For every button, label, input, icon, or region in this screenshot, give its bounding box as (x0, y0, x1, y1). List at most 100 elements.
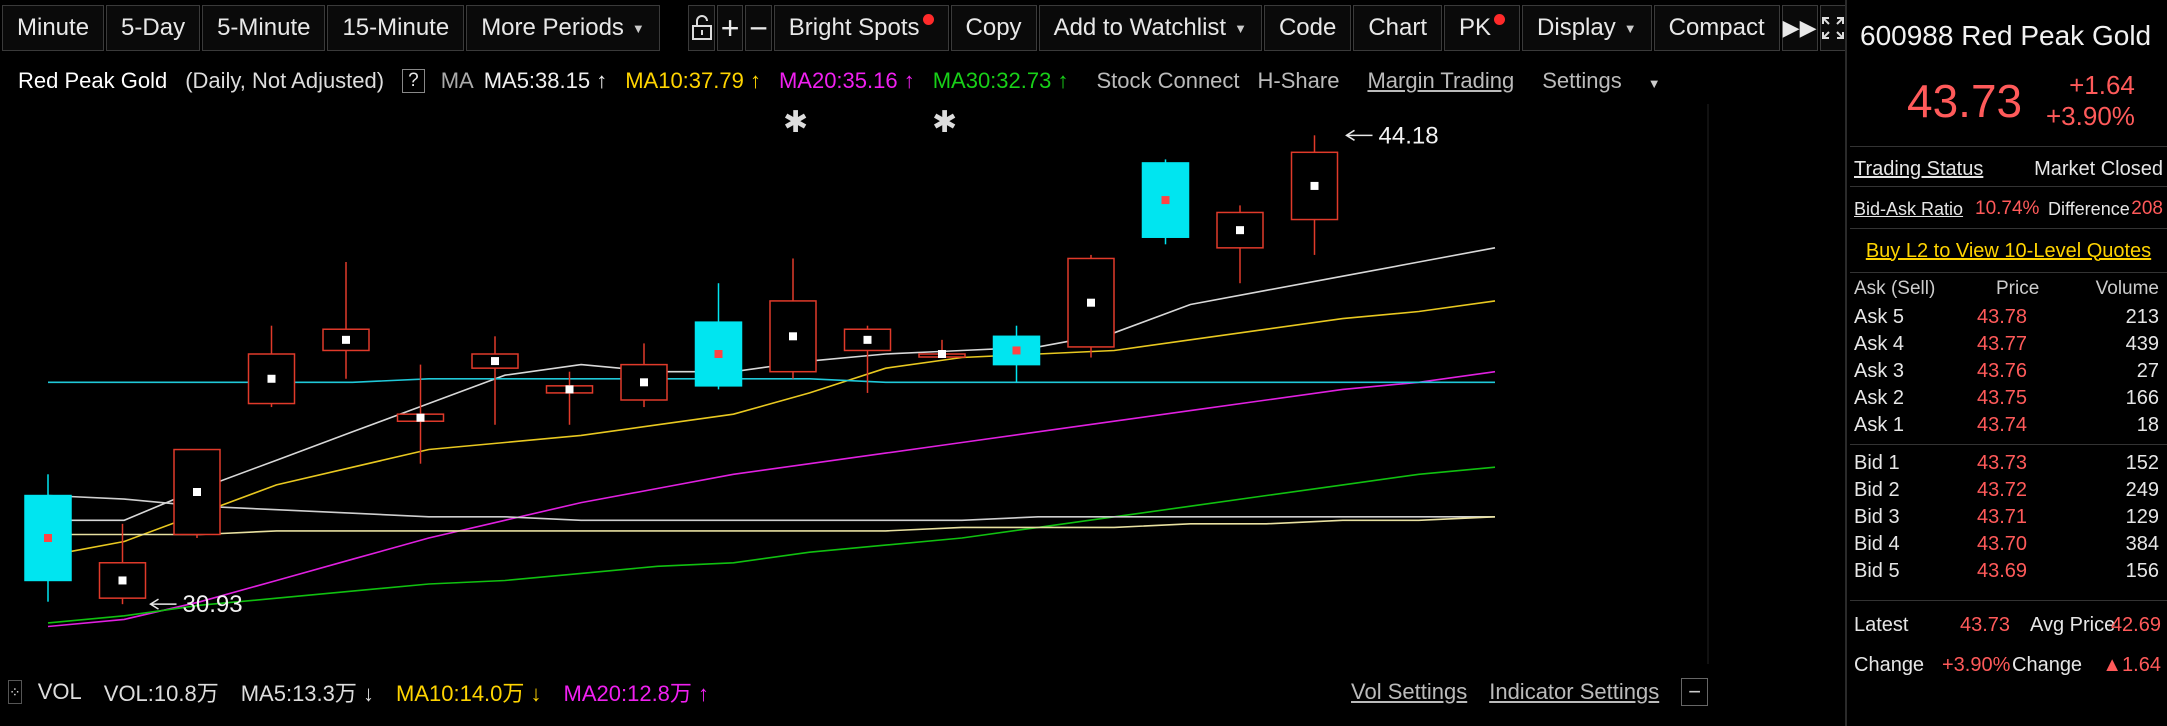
difference-value: 208 (2131, 198, 2163, 219)
stock-name: Red Peak Gold (1961, 20, 2152, 51)
bid-price: 43.69 (1977, 560, 2028, 582)
add-to-watchlist-dropdown[interactable]: Add to Watchlist ▼ (1038, 5, 1262, 51)
divider (1850, 146, 2167, 147)
latest-value: 43.73 (1960, 613, 2011, 636)
ask-label: Ask 2 (1854, 387, 1905, 409)
divider (1850, 272, 2167, 273)
bid-volume: 152 (2125, 452, 2159, 474)
copy-button[interactable]: Copy (950, 5, 1037, 51)
pk-button[interactable]: PK (1444, 5, 1521, 51)
more-periods-label: More Periods (481, 14, 624, 41)
display-label: Display (1537, 14, 1616, 41)
ask-row[interactable]: Ask 3 43.76 27 (1850, 360, 2167, 386)
settings-dropdown[interactable]: Settings ▼ (1542, 68, 1678, 94)
ask-header: Ask (Sell) (1854, 278, 1936, 299)
candlestick-chart[interactable]: 44.0042.0040.0038.0036.0034.0032.0044.18… (0, 104, 1806, 664)
high-price-label: 44.18 (1379, 122, 1439, 149)
fullscreen-icon[interactable] (1819, 5, 1846, 51)
ask-row[interactable]: Ask 2 43.75 166 (1850, 387, 2167, 413)
ask-price: 43.76 (1977, 360, 2028, 382)
ma-line-6 (48, 516, 1496, 536)
period-label: (Daily, Not Adjusted) (185, 68, 385, 93)
ask-volume: 166 (2125, 387, 2159, 409)
bid-ask-ratio-label[interactable]: Bid-Ask Ratio (1854, 199, 1963, 220)
more-periods-dropdown[interactable]: More Periods ▼ (466, 5, 660, 51)
ma20-value: MA20:35.16 ↑ (778, 68, 915, 93)
zoom-out-icon[interactable]: − (745, 5, 772, 51)
add-to-watchlist-label: Add to Watchlist (1053, 14, 1227, 41)
ma10-value: MA10:37.79 ↑ (625, 68, 761, 93)
indicator-legend: Red Peak Gold (Daily, Not Adjusted) ? MA… (0, 58, 1710, 104)
candle-marker (44, 534, 52, 542)
candle-marker (1236, 226, 1244, 235)
trading-status-label[interactable]: Trading Status (1854, 158, 1983, 181)
ask-row[interactable]: Ask 1 43.74 18 (1850, 414, 2167, 440)
margin-trading-link[interactable]: Margin Trading (1367, 68, 1514, 94)
bid-row[interactable]: Bid 4 43.70 384 (1850, 533, 2167, 559)
unlock-icon[interactable] (688, 5, 715, 51)
bid-price: 43.71 (1977, 506, 2028, 528)
candle-marker (863, 335, 872, 344)
bid-row[interactable]: Bid 3 43.71 129 (1850, 506, 2167, 532)
bright-spots-label: Bright Spots (788, 14, 920, 41)
zoom-in-icon[interactable]: + (716, 5, 744, 51)
vol-settings-link[interactable]: Vol Settings (1351, 679, 1467, 705)
vol-ma5-value: MA5:13.3万 ↓ (240, 681, 374, 706)
caret-down-icon: ▼ (1234, 20, 1247, 36)
ma30-value: MA30:32.73 ↑ (932, 68, 1069, 93)
bid-label: Bid 1 (1854, 452, 1900, 474)
help-button[interactable]: ? (402, 69, 425, 93)
bid-price: 43.70 (1977, 533, 2028, 555)
stock-connect-link[interactable]: Stock Connect (1096, 68, 1239, 94)
ask-label: Ask 5 (1854, 306, 1905, 328)
change-abs-value: ▲1.64 (2102, 653, 2161, 676)
divider (1850, 444, 2167, 445)
event-marker-icon: ✱ (783, 105, 808, 140)
vol-ma10-value: MA10:14.0万 ↓ (396, 681, 542, 706)
ask-price: 43.78 (1977, 306, 2028, 328)
five-minute-button[interactable]: 5-Minute (202, 5, 326, 51)
bid-row[interactable]: Bid 1 43.73 152 (1850, 452, 2167, 478)
bid-volume: 156 (2125, 560, 2159, 582)
ask-row[interactable]: Ask 5 43.78 213 (1850, 306, 2167, 332)
compact-button[interactable]: Compact (1653, 5, 1780, 51)
ask-row[interactable]: Ask 4 43.77 439 (1850, 333, 2167, 359)
bid-ask-ratio-value: 10.74% (1975, 198, 2040, 219)
candle-marker (938, 350, 946, 358)
ask-volume: 213 (2125, 306, 2159, 328)
display-dropdown[interactable]: Display ▼ (1522, 5, 1652, 51)
indicator-settings-link[interactable]: Indicator Settings (1489, 679, 1659, 705)
collapse-button[interactable]: − (1681, 678, 1709, 706)
latest-label: Latest (1854, 613, 1909, 636)
candle-marker (267, 374, 276, 383)
ma-line-2 (47, 370, 1496, 628)
vol-ma20-value: MA20:12.8万 ↑ (563, 681, 710, 706)
buy-l2-link[interactable]: Buy L2 to View 10-Level Quotes (1866, 240, 2151, 263)
bid-row[interactable]: Bid 5 43.69 156 (1850, 560, 2167, 586)
chart-canvas[interactable]: 44.0042.0040.0038.0036.0034.0032.0044.18… (0, 104, 1806, 664)
five-day-button[interactable]: 5-Day (106, 5, 201, 51)
notification-dot-icon (1494, 13, 1506, 25)
h-share-link[interactable]: H-Share (1258, 68, 1340, 94)
fifteen-minute-button[interactable]: 15-Minute (327, 5, 465, 51)
bid-volume: 129 (2125, 506, 2159, 528)
pk-label: PK (1459, 14, 1492, 41)
bright-spots-button[interactable]: Bright Spots (773, 5, 949, 51)
vol-label[interactable]: VOL (38, 679, 82, 705)
minute-button[interactable]: Minute (2, 5, 105, 51)
bid-row[interactable]: Bid 2 43.72 249 (1850, 479, 2167, 505)
ma-label[interactable]: MA (441, 68, 474, 94)
volume-indicator-bar: ⁘ VOL VOL:10.8万 MA5:13.3万 ↓ MA10:14.0万 ↓… (0, 672, 1710, 712)
event-marker-icon: ✱ (932, 105, 957, 140)
stock-header: 600988 Red Peak Gold (1860, 20, 2151, 52)
candle-marker (789, 332, 797, 341)
fast-forward-icon[interactable]: ▶▶ (1781, 5, 1818, 51)
code-button[interactable]: Code (1263, 5, 1352, 51)
notification-dot-icon (922, 13, 934, 25)
candle-marker (118, 576, 127, 585)
vol-value: VOL:10.8万 (103, 681, 219, 706)
chart-button[interactable]: Chart (1353, 5, 1443, 51)
bid-price: 43.73 (1977, 452, 2028, 474)
crosshair-icon[interactable]: ⁘ (8, 680, 22, 704)
caret-down-icon: ▼ (1623, 20, 1637, 36)
